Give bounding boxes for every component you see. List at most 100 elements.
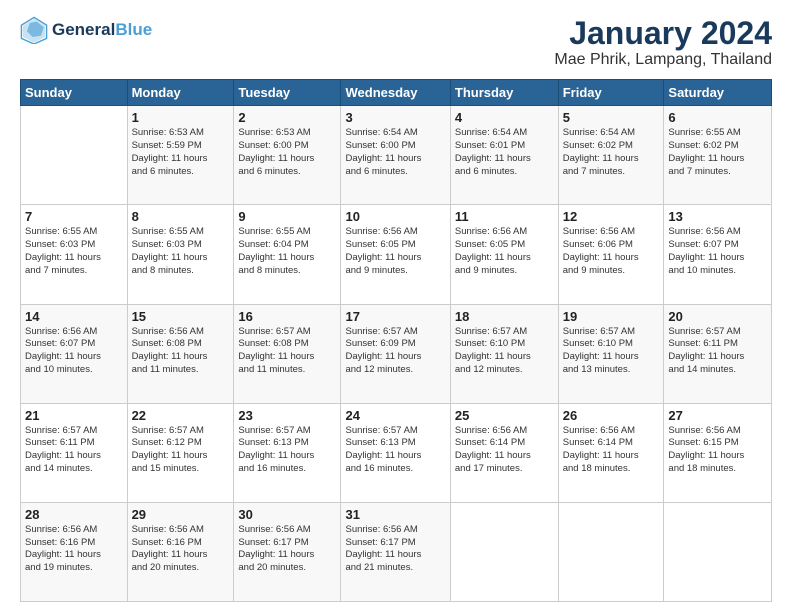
calendar-cell: 23Sunrise: 6:57 AM Sunset: 6:13 PM Dayli…	[234, 403, 341, 502]
day-number: 17	[345, 309, 445, 324]
day-number: 14	[25, 309, 123, 324]
cell-info: Sunrise: 6:56 AM Sunset: 6:07 PM Dayligh…	[25, 326, 123, 377]
calendar-table: SundayMondayTuesdayWednesdayThursdayFrid…	[20, 79, 772, 602]
day-number: 2	[238, 110, 336, 125]
calendar-cell: 17 Sunrise: 6:57 AM Sunset: 6:09 PM Dayli…	[341, 304, 450, 403]
day-number: 7	[25, 209, 123, 224]
cell-info: Sunrise: 6:53 AM Sunset: 6:00 PM Dayligh…	[238, 127, 336, 178]
cell-info: Sunrise: 6:56 AM Sunset: 6:16 PM Dayligh…	[25, 524, 123, 575]
calendar-cell: 7 Sunrise: 6:55 AM Sunset: 6:03 PM Daylig…	[21, 205, 128, 304]
header-cell-tuesday: Tuesday	[234, 80, 341, 106]
calendar-cell: 16 Sunrise: 6:57 AM Sunset: 6:08 PM Dayli…	[234, 304, 341, 403]
cell-info: Sunrise: 6:57 AM Sunset: 6:08 PM Dayligh…	[238, 326, 336, 377]
header-cell-friday: Friday	[558, 80, 664, 106]
day-number: 19	[563, 309, 660, 324]
day-number: 13	[668, 209, 767, 224]
cell-info: Sunrise: 6:56 AM Sunset: 6:16 PM Dayligh…	[132, 524, 230, 575]
cell-info: Sunrise: 6:57 AM Sunset: 6:09 PM Dayligh…	[345, 326, 445, 377]
header-cell-thursday: Thursday	[450, 80, 558, 106]
day-number: 31	[345, 507, 445, 522]
week-row-2: 7 Sunrise: 6:55 AM Sunset: 6:03 PM Daylig…	[21, 205, 772, 304]
calendar-cell: 10 Sunrise: 6:56 AM Sunset: 6:05 PM Dayli…	[341, 205, 450, 304]
calendar-cell: 12 Sunrise: 6:56 AM Sunset: 6:06 PM Dayli…	[558, 205, 664, 304]
cell-info: Sunrise: 6:55 AM Sunset: 6:03 PM Dayligh…	[132, 226, 230, 277]
cell-info: Sunrise: 6:57 AM Sunset: 6:10 PM Dayligh…	[455, 326, 554, 377]
week-row-4: 21Sunrise: 6:57 AM Sunset: 6:11 PM Dayli…	[21, 403, 772, 502]
cell-info: Sunrise: 6:55 AM Sunset: 6:03 PM Dayligh…	[25, 226, 123, 277]
logo-icon	[20, 16, 48, 44]
calendar-cell: 11Sunrise: 6:56 AM Sunset: 6:05 PM Dayli…	[450, 205, 558, 304]
day-number: 30	[238, 507, 336, 522]
calendar-cell: 3 Sunrise: 6:54 AM Sunset: 6:00 PM Daylig…	[341, 106, 450, 205]
day-number: 23	[238, 408, 336, 423]
calendar-cell: 24 Sunrise: 6:57 AM Sunset: 6:13 PM Dayli…	[341, 403, 450, 502]
calendar-cell: 22 Sunrise: 6:57 AM Sunset: 6:12 PM Dayli…	[127, 403, 234, 502]
day-number: 10	[345, 209, 445, 224]
cell-info: Sunrise: 6:56 AM Sunset: 6:05 PM Dayligh…	[345, 226, 445, 277]
day-number: 1	[132, 110, 230, 125]
day-number: 8	[132, 209, 230, 224]
calendar-cell: 21Sunrise: 6:57 AM Sunset: 6:11 PM Dayli…	[21, 403, 128, 502]
header-row: SundayMondayTuesdayWednesdayThursdayFrid…	[21, 80, 772, 106]
week-row-3: 14 Sunrise: 6:56 AM Sunset: 6:07 PM Dayli…	[21, 304, 772, 403]
cell-info: Sunrise: 6:55 AM Sunset: 6:04 PM Dayligh…	[238, 226, 336, 277]
cell-info: Sunrise: 6:57 AM Sunset: 6:13 PM Dayligh…	[345, 425, 445, 476]
calendar-cell: 29 Sunrise: 6:56 AM Sunset: 6:16 PM Dayli…	[127, 502, 234, 601]
day-number: 22	[132, 408, 230, 423]
cell-info: Sunrise: 6:56 AM Sunset: 6:17 PM Dayligh…	[345, 524, 445, 575]
day-number: 12	[563, 209, 660, 224]
day-number: 6	[668, 110, 767, 125]
cell-info: Sunrise: 6:56 AM Sunset: 6:05 PM Dayligh…	[455, 226, 554, 277]
cell-info: Sunrise: 6:54 AM Sunset: 6:02 PM Dayligh…	[563, 127, 660, 178]
day-number: 16	[238, 309, 336, 324]
calendar-cell: 20Sunrise: 6:57 AM Sunset: 6:11 PM Dayli…	[664, 304, 772, 403]
day-number: 21	[25, 408, 123, 423]
calendar-cell: 8 Sunrise: 6:55 AM Sunset: 6:03 PM Daylig…	[127, 205, 234, 304]
calendar-cell: 4Sunrise: 6:54 AM Sunset: 6:01 PM Daylig…	[450, 106, 558, 205]
header-cell-sunday: Sunday	[21, 80, 128, 106]
cell-info: Sunrise: 6:56 AM Sunset: 6:08 PM Dayligh…	[132, 326, 230, 377]
calendar-cell: 19Sunrise: 6:57 AM Sunset: 6:10 PM Dayli…	[558, 304, 664, 403]
calendar-cell: 14 Sunrise: 6:56 AM Sunset: 6:07 PM Dayli…	[21, 304, 128, 403]
header-cell-saturday: Saturday	[664, 80, 772, 106]
calendar-cell: 31 Sunrise: 6:56 AM Sunset: 6:17 PM Dayli…	[341, 502, 450, 601]
logo-text: GeneralBlue	[52, 20, 152, 40]
calendar-cell: 28 Sunrise: 6:56 AM Sunset: 6:16 PM Dayli…	[21, 502, 128, 601]
calendar-cell: 5Sunrise: 6:54 AM Sunset: 6:02 PM Daylig…	[558, 106, 664, 205]
calendar-cell: 25 Sunrise: 6:56 AM Sunset: 6:14 PM Dayli…	[450, 403, 558, 502]
page: GeneralBlue January 2024 Mae Phrik, Lamp…	[0, 0, 792, 612]
cell-info: Sunrise: 6:56 AM Sunset: 6:15 PM Dayligh…	[668, 425, 767, 476]
main-title: January 2024	[554, 16, 772, 51]
cell-info: Sunrise: 6:56 AM Sunset: 6:17 PM Dayligh…	[238, 524, 336, 575]
day-number: 24	[345, 408, 445, 423]
day-number: 9	[238, 209, 336, 224]
calendar-cell: 6 Sunrise: 6:55 AM Sunset: 6:02 PM Daylig…	[664, 106, 772, 205]
day-number: 28	[25, 507, 123, 522]
day-number: 18	[455, 309, 554, 324]
cell-info: Sunrise: 6:56 AM Sunset: 6:14 PM Dayligh…	[563, 425, 660, 476]
cell-info: Sunrise: 6:56 AM Sunset: 6:14 PM Dayligh…	[455, 425, 554, 476]
cell-info: Sunrise: 6:54 AM Sunset: 6:01 PM Dayligh…	[455, 127, 554, 178]
header: GeneralBlue January 2024 Mae Phrik, Lamp…	[20, 16, 772, 69]
calendar-cell: 26 Sunrise: 6:56 AM Sunset: 6:14 PM Dayli…	[558, 403, 664, 502]
day-number: 29	[132, 507, 230, 522]
day-number: 15	[132, 309, 230, 324]
day-number: 25	[455, 408, 554, 423]
logo: GeneralBlue	[20, 16, 152, 44]
cell-info: Sunrise: 6:57 AM Sunset: 6:12 PM Dayligh…	[132, 425, 230, 476]
week-row-1: 1 Sunrise: 6:53 AM Sunset: 5:59 PM Daylig…	[21, 106, 772, 205]
calendar-cell: 30 Sunrise: 6:56 AM Sunset: 6:17 PM Dayli…	[234, 502, 341, 601]
cell-info: Sunrise: 6:55 AM Sunset: 6:02 PM Dayligh…	[668, 127, 767, 178]
cell-info: Sunrise: 6:53 AM Sunset: 5:59 PM Dayligh…	[132, 127, 230, 178]
calendar-cell: 18 Sunrise: 6:57 AM Sunset: 6:10 PM Dayli…	[450, 304, 558, 403]
calendar-cell: 15 Sunrise: 6:56 AM Sunset: 6:08 PM Dayli…	[127, 304, 234, 403]
calendar-cell	[664, 502, 772, 601]
header-cell-monday: Monday	[127, 80, 234, 106]
day-number: 3	[345, 110, 445, 125]
day-number: 26	[563, 408, 660, 423]
cell-info: Sunrise: 6:56 AM Sunset: 6:06 PM Dayligh…	[563, 226, 660, 277]
calendar-cell: 2 Sunrise: 6:53 AM Sunset: 6:00 PM Daylig…	[234, 106, 341, 205]
cell-info: Sunrise: 6:54 AM Sunset: 6:00 PM Dayligh…	[345, 127, 445, 178]
week-row-5: 28 Sunrise: 6:56 AM Sunset: 6:16 PM Dayli…	[21, 502, 772, 601]
cell-info: Sunrise: 6:57 AM Sunset: 6:11 PM Dayligh…	[668, 326, 767, 377]
